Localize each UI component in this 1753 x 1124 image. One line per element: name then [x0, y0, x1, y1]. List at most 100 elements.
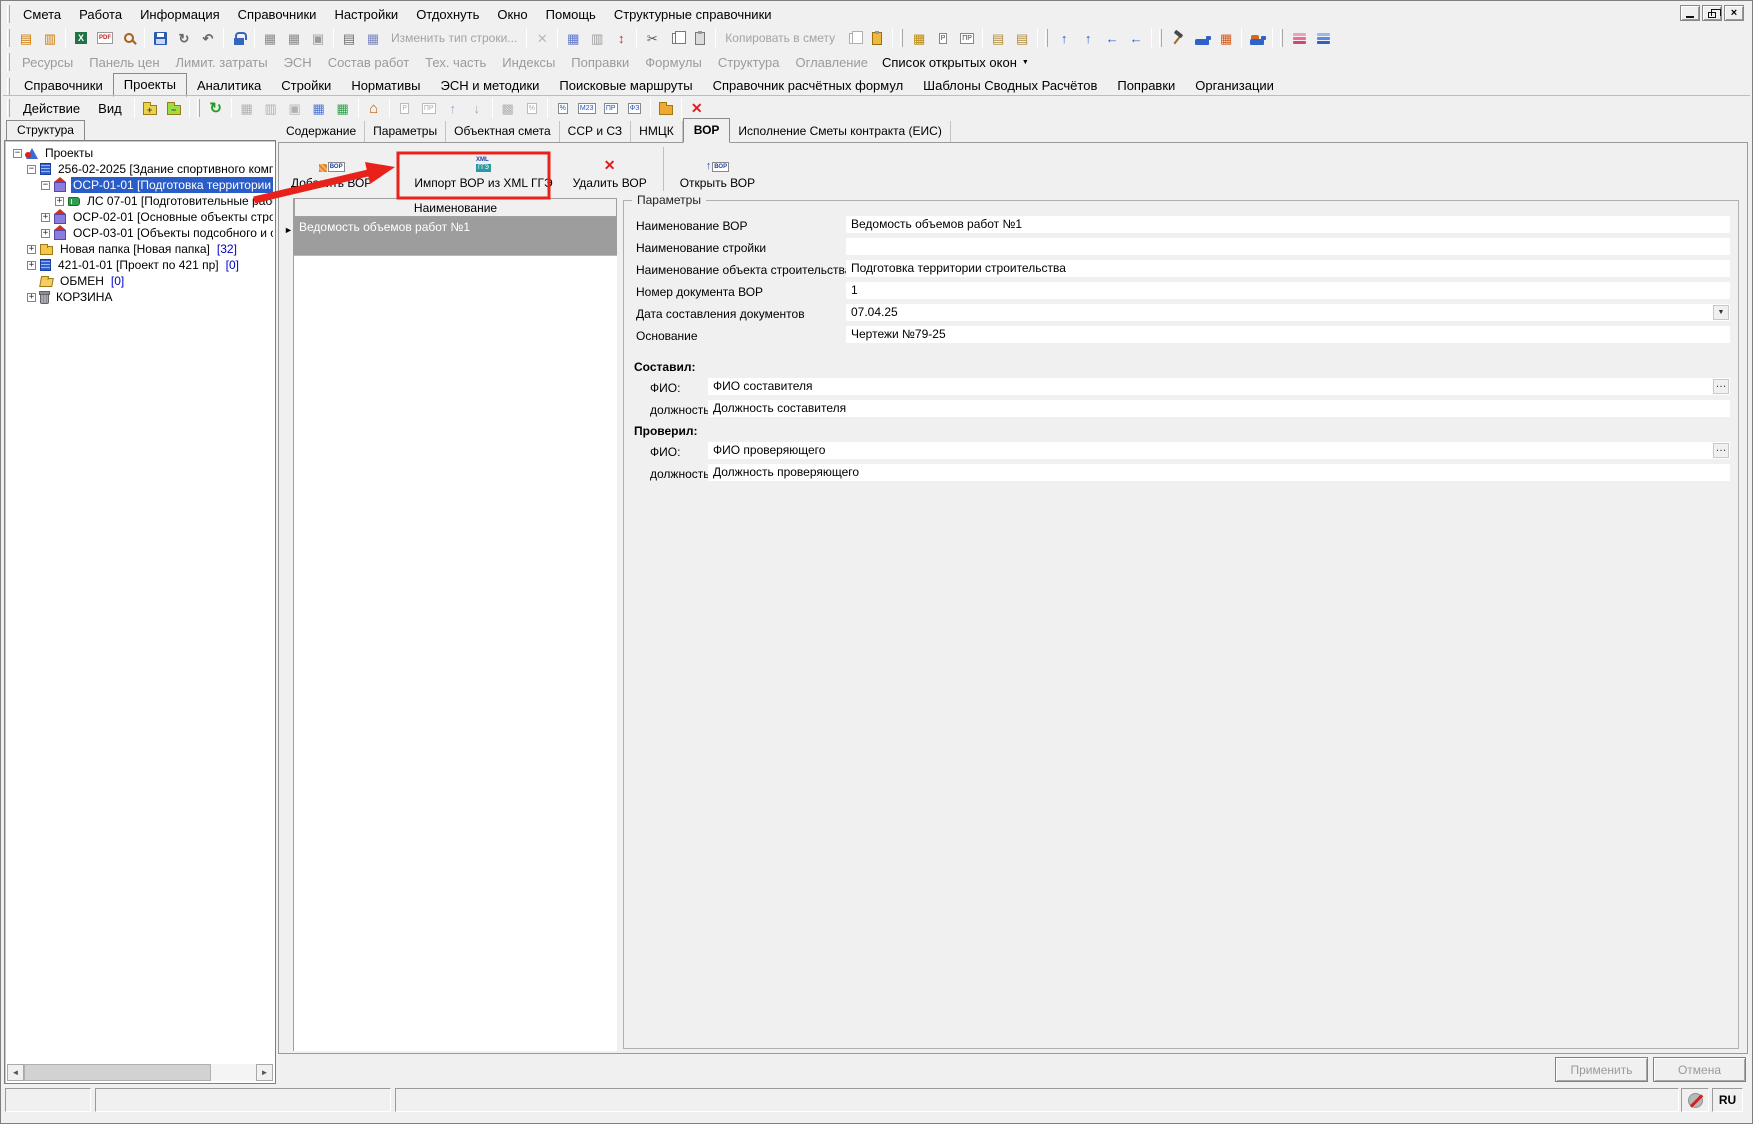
- tab-ssr-i-sz[interactable]: ССР и СЗ: [560, 121, 632, 142]
- resources-icon[interactable]: ▦: [907, 27, 931, 50]
- tree-item-label[interactable]: ОСР-02-01 [Основные объекты строитель: [71, 209, 273, 225]
- menu-smeta[interactable]: Смета: [14, 5, 70, 24]
- composed-fio-field[interactable]: ФИО составителя…: [708, 378, 1730, 395]
- add-object-icon[interactable]: ▦: [235, 97, 259, 120]
- toolbar-grip5[interactable]: [1280, 29, 1283, 47]
- delivery-truck-icon[interactable]: [1245, 27, 1269, 50]
- tree-expand-toggle[interactable]: +: [55, 197, 64, 206]
- panel-formuly[interactable]: Формулы: [637, 55, 710, 70]
- vor-list-header[interactable]: Наименование: [294, 198, 617, 217]
- tree-item-ls-07-01[interactable]: + ЛС 07-01 [Подготовительные работы (: [7, 193, 273, 209]
- expand-folder-icon[interactable]: +: [138, 97, 162, 120]
- books-pink-icon[interactable]: [1287, 27, 1311, 50]
- tab-popravki[interactable]: Поправки: [1107, 76, 1185, 96]
- delete-row-icon[interactable]: ✕: [530, 27, 554, 50]
- price-pr2-icon[interactable]: ПР: [417, 97, 441, 120]
- data-sostavleniya-field[interactable]: 07.04.25▼: [846, 304, 1730, 321]
- delete-vor-button[interactable]: ✕ Удалить ВОР: [563, 145, 657, 193]
- panel-esn[interactable]: ЭСН: [276, 55, 320, 70]
- search-icon[interactable]: [117, 27, 141, 50]
- close-button[interactable]: ×: [1724, 5, 1744, 21]
- tree-item-proekty[interactable]: − Проекты: [7, 145, 273, 161]
- action-menu[interactable]: Действие: [14, 99, 89, 118]
- import-vor-xml-button[interactable]: XMLГГЭ Импорт ВОР из XML ГГЭ: [404, 145, 562, 193]
- tree-item-256-02-2025[interactable]: − 256-02-2025 [Здание спортивного компле…: [7, 161, 273, 177]
- minimize-button[interactable]: [1680, 5, 1700, 21]
- vor-list-row-selected[interactable]: Ведомость объемов работ №1: [294, 217, 617, 256]
- panel-panel-cen[interactable]: Панель цен: [81, 55, 167, 70]
- level-left-icon[interactable]: ←: [1100, 27, 1124, 50]
- tree-expand-toggle[interactable]: +: [27, 293, 36, 302]
- menu-spravochniki[interactable]: Справочники: [229, 5, 326, 24]
- checked-fio-field[interactable]: ФИО проверяющего…: [708, 442, 1730, 459]
- level-left2-icon[interactable]: ←: [1124, 27, 1148, 50]
- nomer-dokumenta-field[interactable]: 1: [846, 282, 1730, 299]
- tree-item-label[interactable]: 421-01-01 [Проект по 421 пр]: [56, 257, 221, 273]
- menu-otdohnut[interactable]: Отдохнуть: [407, 5, 488, 24]
- print-icon[interactable]: ▤: [337, 27, 361, 50]
- menu-nastroyki[interactable]: Настройки: [325, 5, 407, 24]
- tab-vor[interactable]: ВОР: [683, 118, 731, 143]
- tree-item-korzina[interactable]: + КОРЗИНА: [7, 289, 273, 305]
- project-grip2[interactable]: [197, 99, 200, 117]
- tree-expand-toggle[interactable]: +: [41, 213, 50, 222]
- index-pr-icon[interactable]: ПР: [599, 97, 623, 120]
- tab-organizacii[interactable]: Организации: [1185, 76, 1284, 96]
- osnovanie-field[interactable]: Чертежи №79-25: [846, 326, 1730, 343]
- tree-insert-icon[interactable]: ▥: [38, 27, 62, 50]
- panel-resursy[interactable]: Ресурсы: [14, 55, 81, 70]
- open-windows-dropdown[interactable]: Список открытых окон ▼: [876, 55, 1035, 70]
- sort-updown-icon[interactable]: ↕: [609, 27, 633, 50]
- tree-item-label[interactable]: 256-02-2025 [Здание спортивного комплекс…: [56, 161, 273, 177]
- composed-fio-browse-icon[interactable]: …: [1713, 379, 1729, 394]
- toolbar-grip4[interactable]: [1159, 29, 1162, 47]
- insert-section-icon[interactable]: ▦: [282, 27, 306, 50]
- index-m23-icon[interactable]: М23: [575, 97, 599, 120]
- cancel-button[interactable]: Отмена: [1653, 1057, 1746, 1082]
- scroll-right-icon[interactable]: ►: [256, 1064, 273, 1081]
- panel-sostav-rabot[interactable]: Состав работ: [320, 55, 417, 70]
- tab-struktura[interactable]: Структура: [6, 120, 85, 140]
- refresh-tree-icon[interactable]: ↻: [204, 97, 228, 120]
- menu-okno[interactable]: Окно: [488, 5, 536, 24]
- scrollbar-track[interactable]: [24, 1064, 256, 1081]
- copy-to-estimate-icon[interactable]: [841, 27, 865, 50]
- filter-remove-icon[interactable]: ▤: [1010, 27, 1034, 50]
- close-project-icon[interactable]: ✕: [685, 97, 709, 120]
- tree-item-label[interactable]: ОБМЕН: [58, 273, 106, 289]
- move-down-icon[interactable]: ↓: [465, 97, 489, 120]
- tree-item-osr-01-01[interactable]: − ОСР-01-01 [Подготовка территории строи: [7, 177, 273, 193]
- nav-grip[interactable]: [7, 78, 10, 96]
- add-vor-button[interactable]: ВОР Добавить ВОР: [281, 145, 382, 193]
- checked-post-field[interactable]: Должность проверяющего: [708, 464, 1730, 481]
- comment-icon[interactable]: ▣: [306, 27, 330, 50]
- checked-fio-browse-icon[interactable]: …: [1713, 443, 1729, 458]
- move-up-icon[interactable]: ↑: [441, 97, 465, 120]
- tree-item-label[interactable]: КОРЗИНА: [54, 289, 114, 305]
- naimenovanie-stroyki-field[interactable]: [846, 238, 1730, 255]
- excel-export-icon[interactable]: X: [69, 27, 93, 50]
- level-up-icon[interactable]: ↑: [1052, 27, 1076, 50]
- tab-ispolnenie-smety[interactable]: Исполнение Сметы контракта (ЕИС): [730, 121, 950, 142]
- index-fz-icon[interactable]: ФЗ: [623, 97, 647, 120]
- object-list-icon[interactable]: ▥: [259, 97, 283, 120]
- tab-spravochniki[interactable]: Справочники: [14, 76, 113, 96]
- tab-spravochnik-formul[interactable]: Справочник расчётных формул: [703, 76, 914, 96]
- language-indicator[interactable]: RU: [1712, 1088, 1743, 1112]
- tree-item-label[interactable]: Проекты: [43, 145, 95, 161]
- toolbar-grip2[interactable]: [900, 29, 903, 47]
- copy-structure-icon[interactable]: ▦: [361, 27, 385, 50]
- panels-grip[interactable]: [7, 53, 10, 71]
- price-pr-icon[interactable]: ПР: [955, 27, 979, 50]
- refresh-icon[interactable]: ↻: [172, 27, 196, 50]
- dice-icon[interactable]: ▩: [496, 97, 520, 120]
- tree-item-obmen[interactable]: ОБМЕН [0]: [7, 273, 273, 289]
- view-menu[interactable]: Вид: [89, 99, 131, 118]
- naimenovanie-vor-field[interactable]: Ведомость объемов работ №1: [846, 216, 1730, 233]
- price-p-icon[interactable]: P: [931, 27, 955, 50]
- tree-item-421-01-01[interactable]: + 421-01-01 [Проект по 421 пр] [0]: [7, 257, 273, 273]
- panel-popravki[interactable]: Поправки: [563, 55, 637, 70]
- house-edit-icon[interactable]: ⌂: [362, 97, 386, 120]
- tab-obektnaya-smeta[interactable]: Объектная смета: [446, 121, 560, 142]
- apply-button[interactable]: Применить: [1555, 1057, 1648, 1082]
